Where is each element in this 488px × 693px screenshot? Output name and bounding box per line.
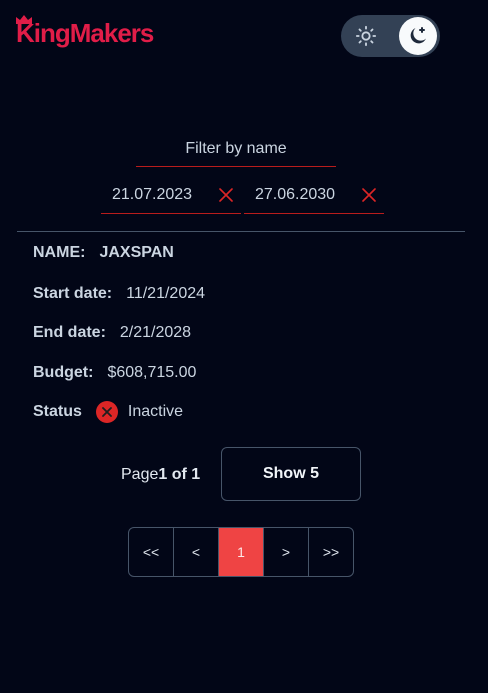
record-start-row: Start date: 11/21/2024	[33, 285, 205, 303]
date-to-field[interactable]: 27.06.2030	[244, 176, 384, 214]
budget-label: Budget:	[33, 364, 94, 381]
record-name-row: NAME: JAXSPAN	[33, 244, 174, 262]
theme-toggle[interactable]	[341, 15, 440, 57]
next-page-button[interactable]: >	[264, 528, 309, 576]
first-page-button[interactable]: <<	[129, 528, 174, 576]
record-end-row: End date: 2/21/2028	[33, 324, 191, 342]
name-value: JAXSPAN	[99, 244, 174, 261]
page-size-button[interactable]: Show 5	[221, 447, 361, 501]
date-from-field[interactable]: 21.07.2023	[101, 176, 241, 214]
record-status-row: Status Inactive	[33, 401, 183, 423]
logo-text: KingMakers	[16, 18, 154, 48]
last-page-button[interactable]: >>	[309, 528, 353, 576]
date-from-value: 21.07.2023	[112, 185, 193, 203]
date-to-value: 27.06.2030	[255, 185, 336, 203]
start-date-value: 11/21/2024	[126, 285, 206, 302]
brand-logo[interactable]: KingMakers	[16, 15, 154, 49]
moon-icon	[410, 27, 426, 44]
close-icon	[362, 187, 376, 202]
start-date-label: Start date:	[33, 285, 113, 302]
x-circle-icon	[95, 401, 118, 423]
end-date-value: 2/21/2028	[119, 324, 192, 341]
status-label: Status	[33, 403, 82, 420]
budget-value: $608,715.00	[107, 364, 197, 381]
status-value: Inactive	[127, 403, 184, 420]
prev-page-button[interactable]: <	[174, 528, 219, 576]
dark-mode-button[interactable]	[399, 17, 437, 55]
page-prefix: Page	[121, 466, 159, 483]
pagination-controls: << < 1 > >>	[128, 527, 354, 577]
clear-date-from-button[interactable]	[215, 184, 237, 206]
light-mode-button[interactable]	[341, 15, 391, 57]
current-page-button[interactable]: 1	[219, 528, 264, 576]
sun-icon	[355, 25, 377, 47]
name-label: NAME:	[33, 244, 86, 261]
divider	[17, 231, 465, 232]
close-icon	[219, 187, 233, 202]
end-date-label: End date:	[33, 324, 106, 341]
page-of: 1 of 1	[158, 466, 201, 483]
record-budget-row: Budget: $608,715.00	[33, 364, 196, 382]
filter-name-placeholder: Filter by name	[185, 139, 287, 157]
filter-name-input[interactable]: Filter by name	[136, 131, 336, 167]
page-indicator: Page1 of 1	[121, 466, 200, 484]
clear-date-to-button[interactable]	[358, 184, 380, 206]
